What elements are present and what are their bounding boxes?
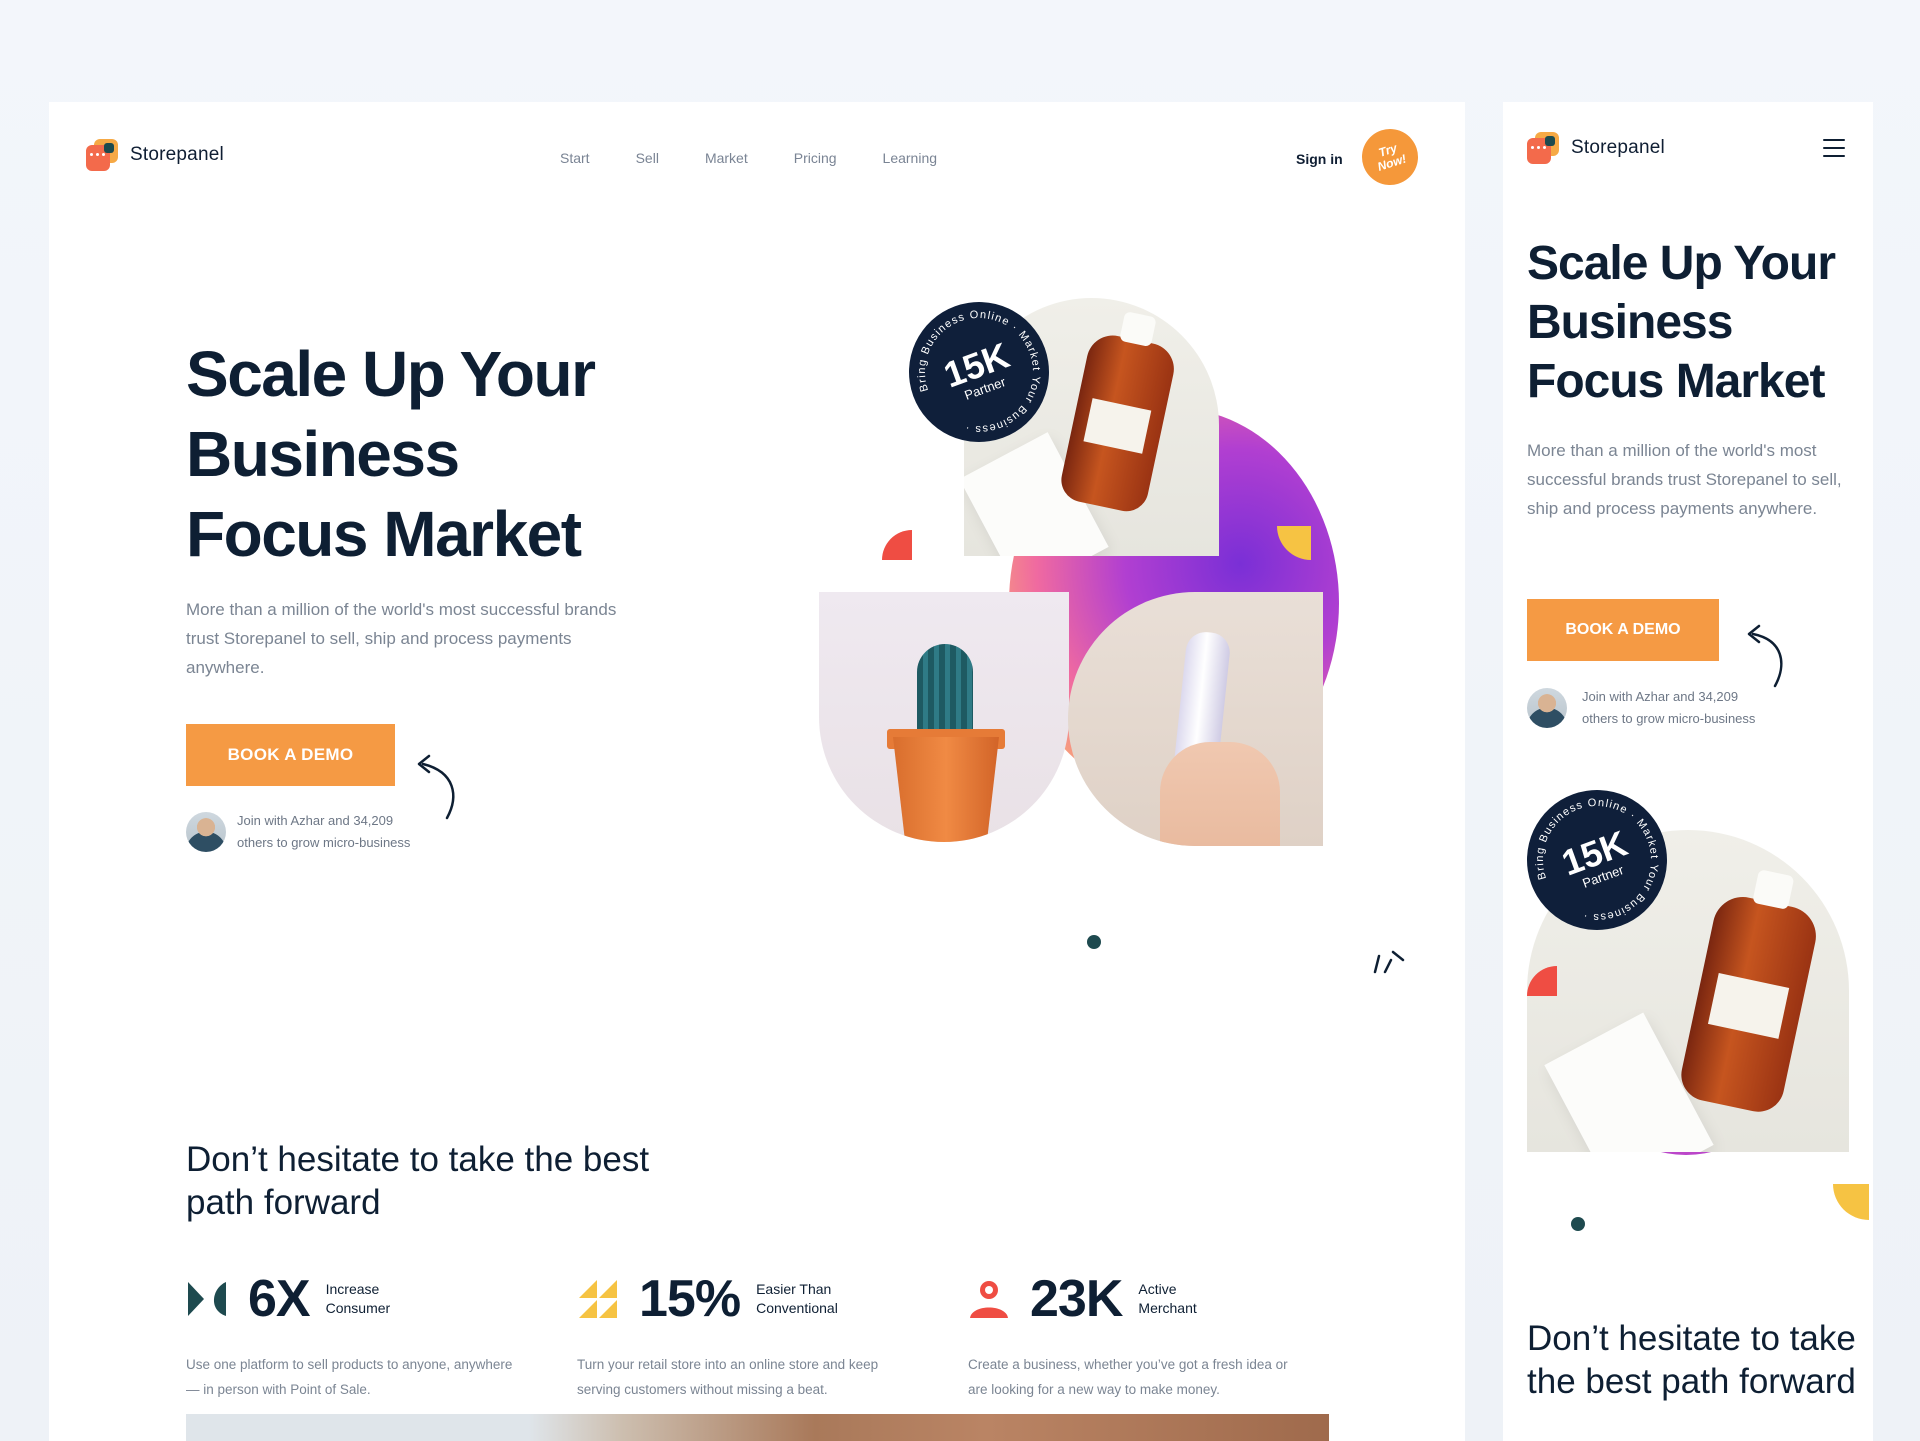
brand-logo[interactable]: Storepanel [86,139,224,171]
stat-value: 6X [248,1270,311,1328]
join-line1: Join with Azhar and 34,209 [237,813,394,828]
nav-item-market[interactable]: Market [705,150,748,166]
stat-active-merchant: 23K Active Merchant Create a business, w… [968,1270,1308,1402]
mobile-hero-title-line2: Business [1527,296,1733,349]
join-line2: others to grow micro-business [1582,711,1756,726]
sparkle-lines-icon [1373,950,1405,974]
stat-description: Use one platform to sell products to any… [186,1357,513,1397]
hero-title-line3: Focus Market [186,498,582,570]
join-line2: others to grow micro-business [237,835,411,850]
office-photo [186,1414,1329,1441]
hamburger-menu-icon[interactable] [1823,139,1845,157]
logo-mark-icon [86,139,118,171]
user-icon [970,1281,1008,1318]
teal-dot [1571,1217,1585,1231]
try-now-button[interactable]: Try Now! [1354,121,1426,193]
nav-item-start[interactable]: Start [560,150,590,166]
pot-image [893,737,999,842]
nav-item-pricing[interactable]: Pricing [794,150,837,166]
hero-title-line2: Business [186,418,460,490]
stat-label: Easier Than Conventional [756,1281,838,1316]
mobile-hero-collage: Bring Business Online · Market Your Busi… [1507,770,1873,1231]
main-nav: Start Sell Market Pricing Learning [560,150,937,166]
mobile-brand-name: Storepanel [1571,137,1665,158]
curved-arrow-icon [1747,624,1783,688]
stat-value: 15% [639,1270,741,1328]
mobile-hero-lead: More than a million of the world's most … [1527,441,1842,518]
desktop-page: Storepanel Start Sell Market Pricing Lea… [49,102,1465,1441]
teal-dot [1087,935,1101,949]
stat-description: Create a business, whether you’ve got a … [968,1357,1288,1397]
brand-name: Storepanel [130,144,224,165]
section-title: Don’t hesitate to take the best path for… [186,1140,650,1222]
sign-in-link[interactable]: Sign in [1296,151,1343,167]
stat-label: Active Merchant [1138,1281,1197,1316]
stat-label: Increase Consumer [325,1281,391,1316]
hand-image [1160,742,1280,846]
avatar [1527,688,1567,728]
hero-lead: More than a million of the world's most … [186,600,617,677]
bottle-image [1057,330,1179,516]
avatar [186,812,226,852]
mobile-book-demo-button[interactable]: BOOK A DEMO [1527,599,1719,661]
book-demo-button[interactable]: BOOK A DEMO [186,724,395,786]
stat-increase-consumer: 6X Increase Consumer Use one platform to… [186,1270,526,1402]
hero-title-line1: Scale Up Your [186,338,596,410]
red-quarter-shape [882,530,912,560]
mobile-brand-logo[interactable]: Storepanel [1527,132,1665,164]
hand-photo [1068,592,1323,846]
logo-mark-icon [1527,132,1559,164]
stat-easier-than-conventional: 15% Easier Than Conventional Turn your r… [577,1270,917,1402]
stat-value: 23K [1030,1270,1123,1328]
join-text: Join with Azhar and 34,209 others to gro… [237,810,410,854]
yellow-quarter-shape [1833,1184,1869,1220]
stairs-icon [579,1280,617,1318]
stat-description: Turn your retail store into an online st… [577,1357,879,1397]
nav-item-learning[interactable]: Learning [883,150,938,166]
bottle-image [1676,891,1822,1117]
curved-arrow-icon [417,754,455,820]
mobile-hero-title: Scale Up Your Business Focus Market [1527,234,1857,411]
bowtie-icon [188,1282,226,1316]
mobile-hero-title-line3: Focus Market [1527,355,1825,408]
join-line1: Join with Azhar and 34,209 [1582,689,1739,704]
hero-collage: Bring Business Online · Market Your Busi… [769,282,1429,974]
cactus-photo [819,592,1069,842]
mobile-section-title: Don’t hesitate to take the best path for… [1527,1319,1856,1401]
nav-item-sell[interactable]: Sell [636,150,659,166]
mobile-join-text: Join with Azhar and 34,209 others to gro… [1582,686,1755,730]
mobile-page: Storepanel Scale Up Your Business Focus … [1503,102,1873,1441]
hero-title: Scale Up Your Business Focus Market [186,334,686,574]
mobile-hero-title-line1: Scale Up Your [1527,237,1836,290]
